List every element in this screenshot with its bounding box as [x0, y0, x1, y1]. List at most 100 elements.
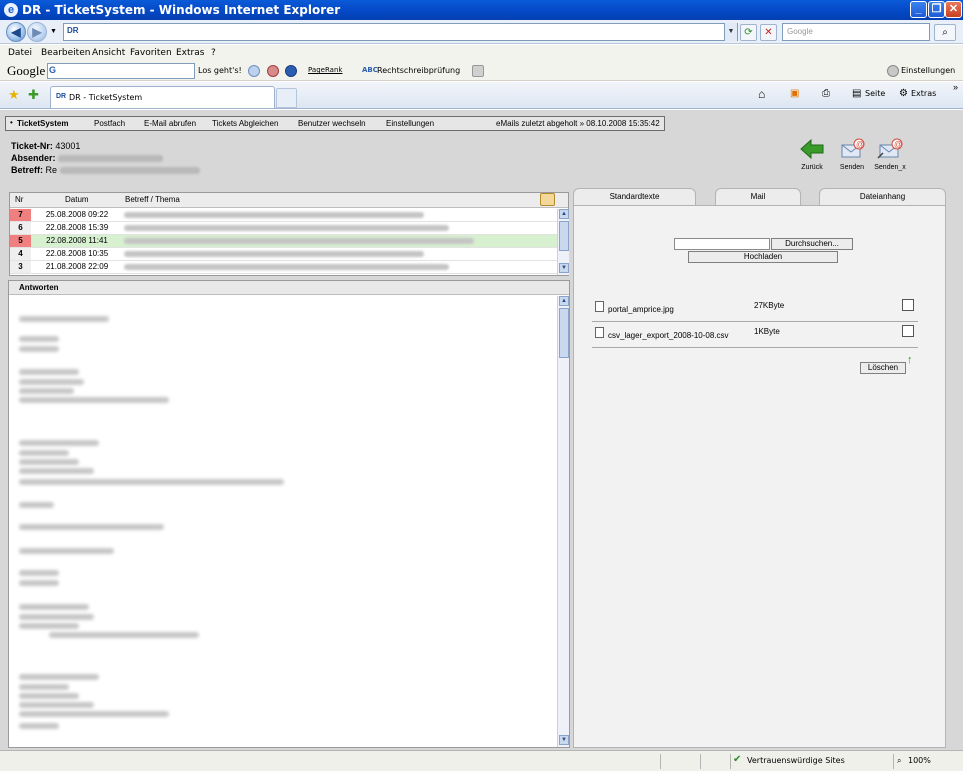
subject-label: Betreff:	[11, 165, 44, 175]
attachment-checkbox[interactable]	[902, 299, 914, 311]
row-date: 22.08.2008 15:39	[45, 223, 109, 232]
nav-tickets-abgleichen[interactable]: Tickets Abgleichen	[212, 119, 278, 128]
favorites-star-icon[interactable]: ★	[8, 87, 20, 103]
blurred-text-line	[19, 397, 169, 403]
nav-einstellungen[interactable]: Einstellungen	[386, 119, 434, 128]
back-nav-button[interactable]: ◀	[6, 22, 26, 42]
tab-standardtexte[interactable]: Standardtexte	[573, 188, 696, 205]
rss-feed-icon[interactable]: ▣	[790, 88, 799, 99]
nav-email-abrufen[interactable]: E-Mail abrufen	[144, 119, 196, 128]
zoom-level[interactable]: 100%	[908, 756, 931, 765]
extras-menu-button[interactable]: Extras	[911, 89, 936, 98]
table-row[interactable]: 7 25.08.2008 09:22	[10, 209, 558, 222]
toolbar-bookmark-icon[interactable]	[285, 65, 297, 77]
app-brand: TicketSystem	[17, 119, 69, 128]
scroll-down-icon[interactable]: ▼	[559, 263, 569, 273]
settings-button[interactable]: Einstellungen	[901, 66, 955, 75]
nav-postfach[interactable]: Postfach	[94, 119, 125, 128]
menu-favoriten[interactable]: Favoriten	[130, 48, 172, 58]
blurred-text-line	[19, 723, 59, 729]
close-window-button[interactable]: ✕	[945, 1, 962, 18]
address-dropdown-icon[interactable]: ▼	[724, 23, 737, 41]
toolbar-popup-icon[interactable]	[267, 65, 279, 77]
scroll-thumb[interactable]	[559, 221, 569, 251]
blurred-text-line	[49, 632, 199, 638]
page-menu-button[interactable]: Seite	[865, 89, 885, 98]
status-separator	[700, 754, 701, 769]
table-row[interactable]: 4 22.08.2008 10:35	[10, 248, 558, 261]
tab-mail[interactable]: Mail	[715, 188, 801, 205]
row-subject-blurred	[124, 251, 424, 257]
menu-ansicht[interactable]: Ansicht	[92, 48, 125, 58]
col-betreff[interactable]: Betreff / Thema	[125, 195, 180, 204]
new-mail-folder-icon[interactable]	[540, 193, 555, 206]
attachment-size: 1KByte	[754, 327, 780, 336]
attachment-name[interactable]: csv_lager_export_2008-10-08.csv	[608, 331, 729, 340]
google-search-input[interactable]: G	[47, 63, 195, 79]
tab-label: DR - TicketSystem	[69, 93, 143, 102]
file-path-input[interactable]	[674, 238, 770, 250]
scroll-up-icon[interactable]: ▲	[559, 209, 569, 219]
address-input[interactable]: DR	[63, 23, 738, 41]
add-favorite-icon[interactable]: ✚	[28, 87, 39, 103]
attachment-item: csv_lager_export_2008-10-08.csv 1KByte	[592, 322, 918, 348]
attachment-name[interactable]: portal_amprice.jpg	[608, 305, 674, 314]
minimize-button[interactable]: _	[910, 1, 927, 18]
menu-datei[interactable]: Datei	[8, 48, 32, 58]
send-x-mail-icon: @	[873, 138, 907, 160]
blurred-text-line	[19, 524, 164, 530]
menu-help[interactable]: ?	[211, 48, 216, 58]
stop-icon[interactable]: ✕	[760, 24, 777, 41]
row-nr: 7	[10, 209, 31, 221]
send-x-button[interactable]: @ Senden_x	[873, 138, 907, 171]
maximize-button[interactable]: ❐	[928, 1, 945, 18]
search-input[interactable]: Google	[782, 23, 930, 41]
nav-benutzer-wechseln[interactable]: Benutzer wechseln	[298, 119, 366, 128]
col-nr[interactable]: Nr	[15, 195, 23, 204]
blurred-text-line	[19, 379, 84, 385]
table-row[interactable]: 6 22.08.2008 15:39	[10, 222, 558, 235]
upload-button[interactable]: Hochladen	[688, 251, 838, 263]
zoom-icon: ⌕	[897, 756, 902, 765]
browser-tab[interactable]: DR DR - TicketSystem	[50, 86, 275, 108]
forward-nav-button[interactable]: ▶	[27, 22, 47, 42]
send-button[interactable]: @ Senden	[835, 138, 869, 171]
answers-scroll-up-icon[interactable]: ▲	[559, 296, 569, 306]
browse-button[interactable]: Durchsuchen...	[771, 238, 853, 250]
refresh-icon[interactable]: ⟳	[740, 24, 757, 41]
row-nr: 3	[10, 261, 31, 273]
delete-button[interactable]: Löschen	[860, 362, 906, 374]
home-icon[interactable]: ⌂	[758, 87, 765, 101]
more-chevron-icon[interactable]: »	[953, 82, 958, 92]
table-row[interactable]: 5 22.08.2008 11:41	[10, 235, 558, 248]
menu-bearbeiten[interactable]: Bearbeiten	[41, 48, 90, 58]
table-scrollbar[interactable]: ▲ ▼	[557, 209, 569, 275]
col-datum[interactable]: Datum	[65, 195, 89, 204]
new-tab-button[interactable]	[276, 88, 297, 108]
tab-dateianhang[interactable]: Dateianhang	[819, 188, 946, 205]
answers-header: Antworten	[9, 281, 569, 295]
table-row[interactable]: 3 21.08.2008 22:09	[10, 261, 558, 274]
answers-scroll-down-icon[interactable]: ▼	[559, 735, 569, 745]
svg-text:@: @	[856, 140, 864, 149]
history-dropdown-icon[interactable]: ▼	[50, 28, 57, 35]
attachment-checkbox[interactable]	[902, 325, 914, 337]
search-go-icon[interactable]: ⌕	[934, 24, 956, 41]
blurred-text-line	[19, 459, 79, 465]
toolbar-globe-icon[interactable]	[248, 65, 260, 77]
spellcheck-button[interactable]: Rechtschreibprüfung	[377, 66, 460, 75]
blurred-text-line	[19, 468, 94, 474]
toolbar-pen-icon[interactable]	[472, 65, 484, 77]
attachment-panel: Durchsuchen... Hochladen portal_amprice.…	[573, 205, 946, 748]
menu-extras[interactable]: Extras	[176, 48, 204, 58]
blurred-text-line	[19, 711, 169, 717]
answers-title: Antworten	[19, 283, 59, 292]
print-icon[interactable]: ⎙	[822, 88, 830, 99]
pagerank-button[interactable]: PageRank	[308, 66, 342, 74]
answers-scroll-thumb[interactable]	[559, 308, 569, 358]
subject-value-blurred	[59, 167, 200, 175]
blurred-text-line	[19, 693, 79, 699]
answers-scrollbar[interactable]: ▲ ▼	[557, 296, 569, 747]
back-button[interactable]: Zurück	[795, 138, 829, 171]
google-go-button[interactable]: Los geht's!	[198, 66, 242, 75]
